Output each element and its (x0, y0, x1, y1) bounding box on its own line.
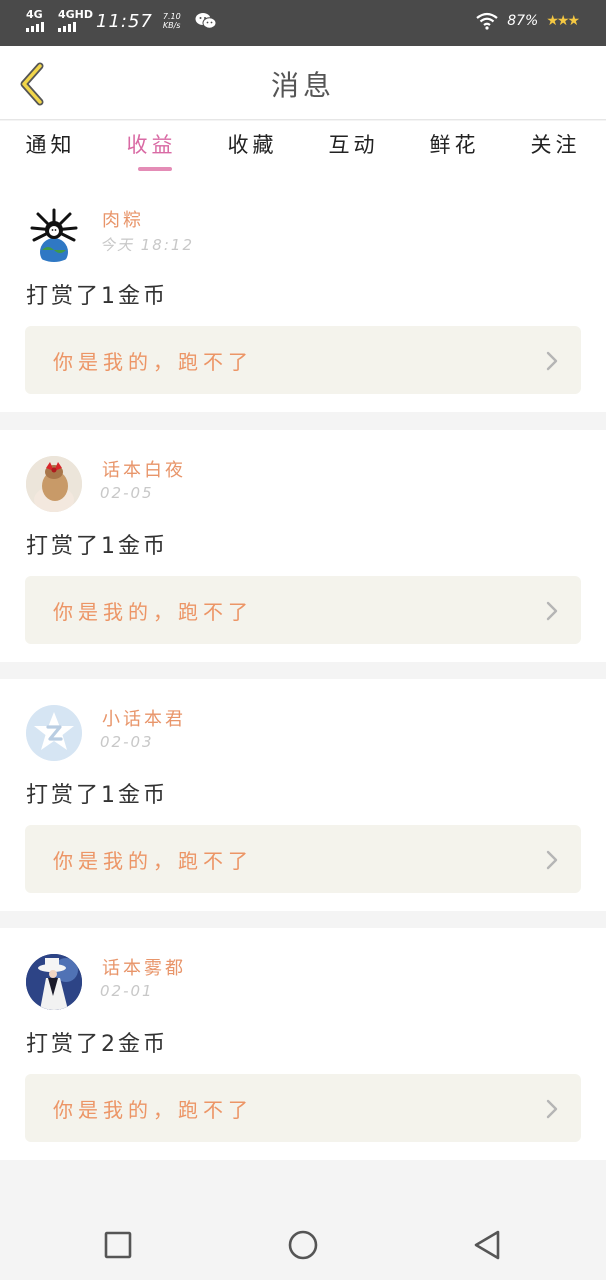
quote-text: 你是我的，跑不了 (53, 350, 253, 374)
user-name[interactable]: 肉粽 (102, 206, 144, 232)
message-time: 02-03 (100, 733, 154, 751)
message-text: 打赏了2金币 (26, 1032, 168, 1057)
square-icon[interactable] (103, 1230, 133, 1260)
quote-text: 你是我的，跑不了 (53, 1098, 253, 1122)
message-text: 打赏了1金币 (26, 534, 168, 559)
triangle-back-icon[interactable] (472, 1230, 502, 1260)
chevron-right-icon (546, 1099, 558, 1119)
tab-earnings[interactable]: 收益 (101, 121, 202, 181)
message-card: 话本白夜 02-05 打赏了1金币 你是我的，跑不了 (0, 430, 606, 662)
quote-link[interactable]: 你是我的，跑不了 (25, 326, 581, 394)
speed-value: 7.10 (162, 12, 181, 21)
wechat-icon (195, 13, 217, 29)
user-name[interactable]: 话本白夜 (102, 456, 186, 482)
tab-interaction[interactable]: 互动 (303, 121, 404, 181)
avatar[interactable] (26, 705, 82, 761)
message-text: 打赏了1金币 (26, 783, 168, 808)
battery-level: 87% (507, 13, 539, 29)
message-card: 肉粽 今天 18:12 打赏了1金币 你是我的，跑不了 (0, 180, 606, 412)
status-bar: 4G 4GHD 11:57 7.10 KB/s 87% ★★★ (0, 0, 606, 46)
signal-icon: 4G (26, 8, 44, 32)
user-name[interactable]: 小话本君 (102, 705, 186, 731)
message-time: 02-05 (100, 484, 154, 502)
avatar[interactable] (26, 456, 82, 512)
tab-flowers[interactable]: 鲜花 (404, 121, 505, 181)
tab-following[interactable]: 关注 (505, 121, 606, 181)
quote-link[interactable]: 你是我的，跑不了 (25, 1074, 581, 1142)
quote-text: 你是我的，跑不了 (53, 600, 253, 624)
network-speed: 7.10 KB/s (163, 12, 181, 30)
chevron-right-icon (546, 351, 558, 371)
message-card: 小话本君 02-03 打赏了1金币 你是我的，跑不了 (0, 679, 606, 911)
tab-bar: 通知 收益 收藏 互动 鲜花 关注 (0, 121, 606, 181)
battery-stars-icon: ★★★ (546, 13, 580, 29)
quote-link[interactable]: 你是我的，跑不了 (25, 576, 581, 644)
page-title: 消息 (270, 69, 335, 102)
quote-text: 你是我的，跑不了 (53, 849, 253, 873)
avatar[interactable] (26, 954, 82, 1010)
user-name[interactable]: 话本雾都 (102, 954, 186, 980)
chevron-right-icon (546, 601, 558, 621)
circle-icon[interactable] (288, 1230, 318, 1260)
message-text: 打赏了1金币 (26, 284, 168, 309)
quote-link[interactable]: 你是我的，跑不了 (25, 825, 581, 893)
avatar[interactable] (26, 206, 82, 262)
system-nav-bar (0, 1210, 606, 1280)
clock: 11:57 (96, 10, 153, 32)
speed-unit: KB/s (162, 21, 181, 30)
signal-hd-icon: 4GHD (58, 8, 93, 32)
chevron-right-icon (546, 850, 558, 870)
message-time: 02-01 (100, 982, 154, 1000)
message-card: 话本雾都 02-01 打赏了2金币 你是我的，跑不了 (0, 928, 606, 1160)
tab-notice[interactable]: 通知 (0, 121, 101, 181)
tab-favorites[interactable]: 收藏 (202, 121, 303, 181)
header: 消息 (0, 46, 606, 120)
message-time: 今天 18:12 (100, 236, 194, 254)
wifi-icon (476, 12, 498, 30)
